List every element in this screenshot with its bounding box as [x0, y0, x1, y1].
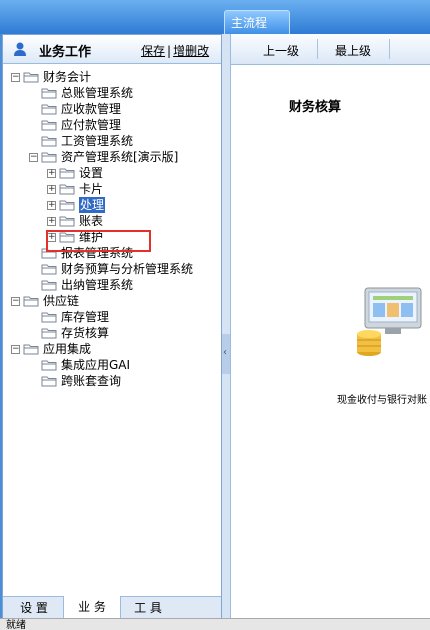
folder-icon [41, 328, 57, 339]
tree-node-label[interactable]: 处理 [79, 197, 106, 213]
collapse-icon[interactable]: − [11, 345, 20, 354]
tree-node[interactable]: 应付款管理 [3, 117, 221, 133]
tree-node-label[interactable]: 应付款管理 [61, 117, 121, 133]
tab-tools[interactable]: 工 具 [123, 597, 173, 619]
folder-icon [59, 184, 75, 195]
folder-icon [41, 376, 57, 387]
collapse-left-icon[interactable]: ‹ [223, 347, 227, 358]
folder-icon [41, 136, 57, 147]
content-toolbar: 上一级 最上级 [231, 34, 430, 65]
tree-node-label[interactable]: 资产管理系统[演示版] [61, 149, 178, 165]
tab-main-flow[interactable]: 主流程 [224, 10, 290, 34]
top-level-button[interactable]: 最上级 [335, 42, 371, 59]
status-bar: 就绪 [0, 618, 430, 630]
expand-icon[interactable]: + [47, 185, 56, 194]
left-panel-header: 业务工作 保存 | 增删改 [3, 35, 221, 64]
up-level-button[interactable]: 上一级 [263, 42, 299, 59]
folder-icon [41, 280, 57, 291]
tree-node-label[interactable]: 工资管理系统 [61, 133, 133, 149]
folder-icon [59, 200, 75, 211]
add-delete-edit-link[interactable]: 增删改 [173, 44, 209, 58]
left-panel-title: 业务工作 [39, 45, 92, 60]
collapse-icon[interactable]: − [29, 153, 38, 162]
tree-node-label[interactable]: 集成应用GAI [61, 357, 130, 373]
folder-icon [41, 312, 57, 323]
cash-bank-reconcile-label[interactable]: 现金收付与银行对账 [337, 391, 427, 406]
user-icon [14, 42, 26, 56]
tree-node[interactable]: + 账表 [3, 213, 221, 229]
tree-node-label[interactable]: 供应链 [43, 293, 79, 309]
tree-node-label[interactable]: 财务预算与分析管理系统 [61, 261, 193, 277]
tree-node[interactable]: − 财务会计 [3, 69, 221, 85]
expand-icon[interactable]: + [47, 217, 56, 226]
tree-node-label[interactable]: 跨账套查询 [61, 373, 121, 389]
tree-node[interactable]: 跨账套查询 [3, 373, 221, 389]
section-title: 财务核算 [289, 100, 342, 115]
tree-node-label[interactable]: 应用集成 [43, 341, 91, 357]
folder-icon [41, 120, 57, 131]
main-content-panel: 上一级 最上级 财务核算 现金收付与银行对账 [230, 34, 430, 618]
tree-node[interactable]: 集成应用GAI [3, 357, 221, 373]
folder-icon [59, 168, 75, 179]
collapse-icon[interactable]: − [11, 297, 20, 306]
cash-bank-reconcile-icon[interactable] [355, 284, 425, 364]
folder-icon [23, 72, 39, 83]
tree-node[interactable]: 存货核算 [3, 325, 221, 341]
tree-node[interactable]: − 应用集成 [3, 341, 221, 357]
toolbar-divider [317, 39, 318, 59]
folder-icon [23, 344, 39, 355]
tree-node-label[interactable]: 库存管理 [61, 309, 109, 325]
folder-icon [59, 216, 75, 227]
tree-node-label[interactable]: 存货核算 [61, 325, 109, 341]
top-tab-bar: 主流程 [0, 0, 430, 34]
folder-icon [41, 152, 57, 163]
tree-node[interactable]: + 处理 [3, 197, 221, 213]
tree-node[interactable]: 财务预算与分析管理系统 [3, 261, 221, 277]
save-link[interactable]: 保存 [141, 44, 165, 58]
tree-node[interactable]: 应收款管理 [3, 101, 221, 117]
tree-node-label[interactable]: 出纳管理系统 [61, 277, 133, 293]
expand-icon[interactable]: + [47, 201, 56, 210]
tree-node-label[interactable]: 总账管理系统 [61, 85, 133, 101]
tree-node-label[interactable]: 卡片 [79, 181, 103, 197]
folder-icon [23, 296, 39, 307]
panel-splitter[interactable]: ‹ [222, 34, 230, 618]
tree-node-label[interactable]: 财务会计 [43, 69, 91, 85]
folder-icon [41, 104, 57, 115]
left-navigation-panel: 业务工作 保存 | 增删改 − 财务会计 总账管理系统 应收款管理 应付款管理 工资管理系统 −… [2, 34, 222, 620]
tree-node[interactable]: − 供应链 [3, 293, 221, 309]
folder-icon [41, 264, 57, 275]
tree-node-label[interactable]: 应收款管理 [61, 101, 121, 117]
tree-node-label[interactable]: 账表 [79, 213, 103, 229]
left-bottom-tabs: 设 置 业 务 工 具 [3, 596, 221, 620]
function-tree: − 财务会计 总账管理系统 应收款管理 应付款管理 工资管理系统 − 资产管理系统[演示版] +… [3, 69, 221, 389]
highlight-annotation-box [46, 230, 151, 252]
tab-settings[interactable]: 设 置 [9, 597, 59, 619]
folder-icon [41, 360, 57, 371]
folder-icon [41, 88, 57, 99]
tree-node[interactable]: 工资管理系统 [3, 133, 221, 149]
expand-icon[interactable]: + [47, 169, 56, 178]
tree-node-label[interactable]: 设置 [79, 165, 103, 181]
tab-business[interactable]: 业 务 [63, 596, 121, 620]
tree-node[interactable]: + 设置 [3, 165, 221, 181]
collapse-icon[interactable]: − [11, 73, 20, 82]
tree-node[interactable]: 出纳管理系统 [3, 277, 221, 293]
tree-node[interactable]: − 资产管理系统[演示版] [3, 149, 221, 165]
toolbar-divider [389, 39, 390, 59]
tree-node[interactable]: 总账管理系统 [3, 85, 221, 101]
tree-node[interactable]: + 卡片 [3, 181, 221, 197]
tree-node[interactable]: 库存管理 [3, 309, 221, 325]
